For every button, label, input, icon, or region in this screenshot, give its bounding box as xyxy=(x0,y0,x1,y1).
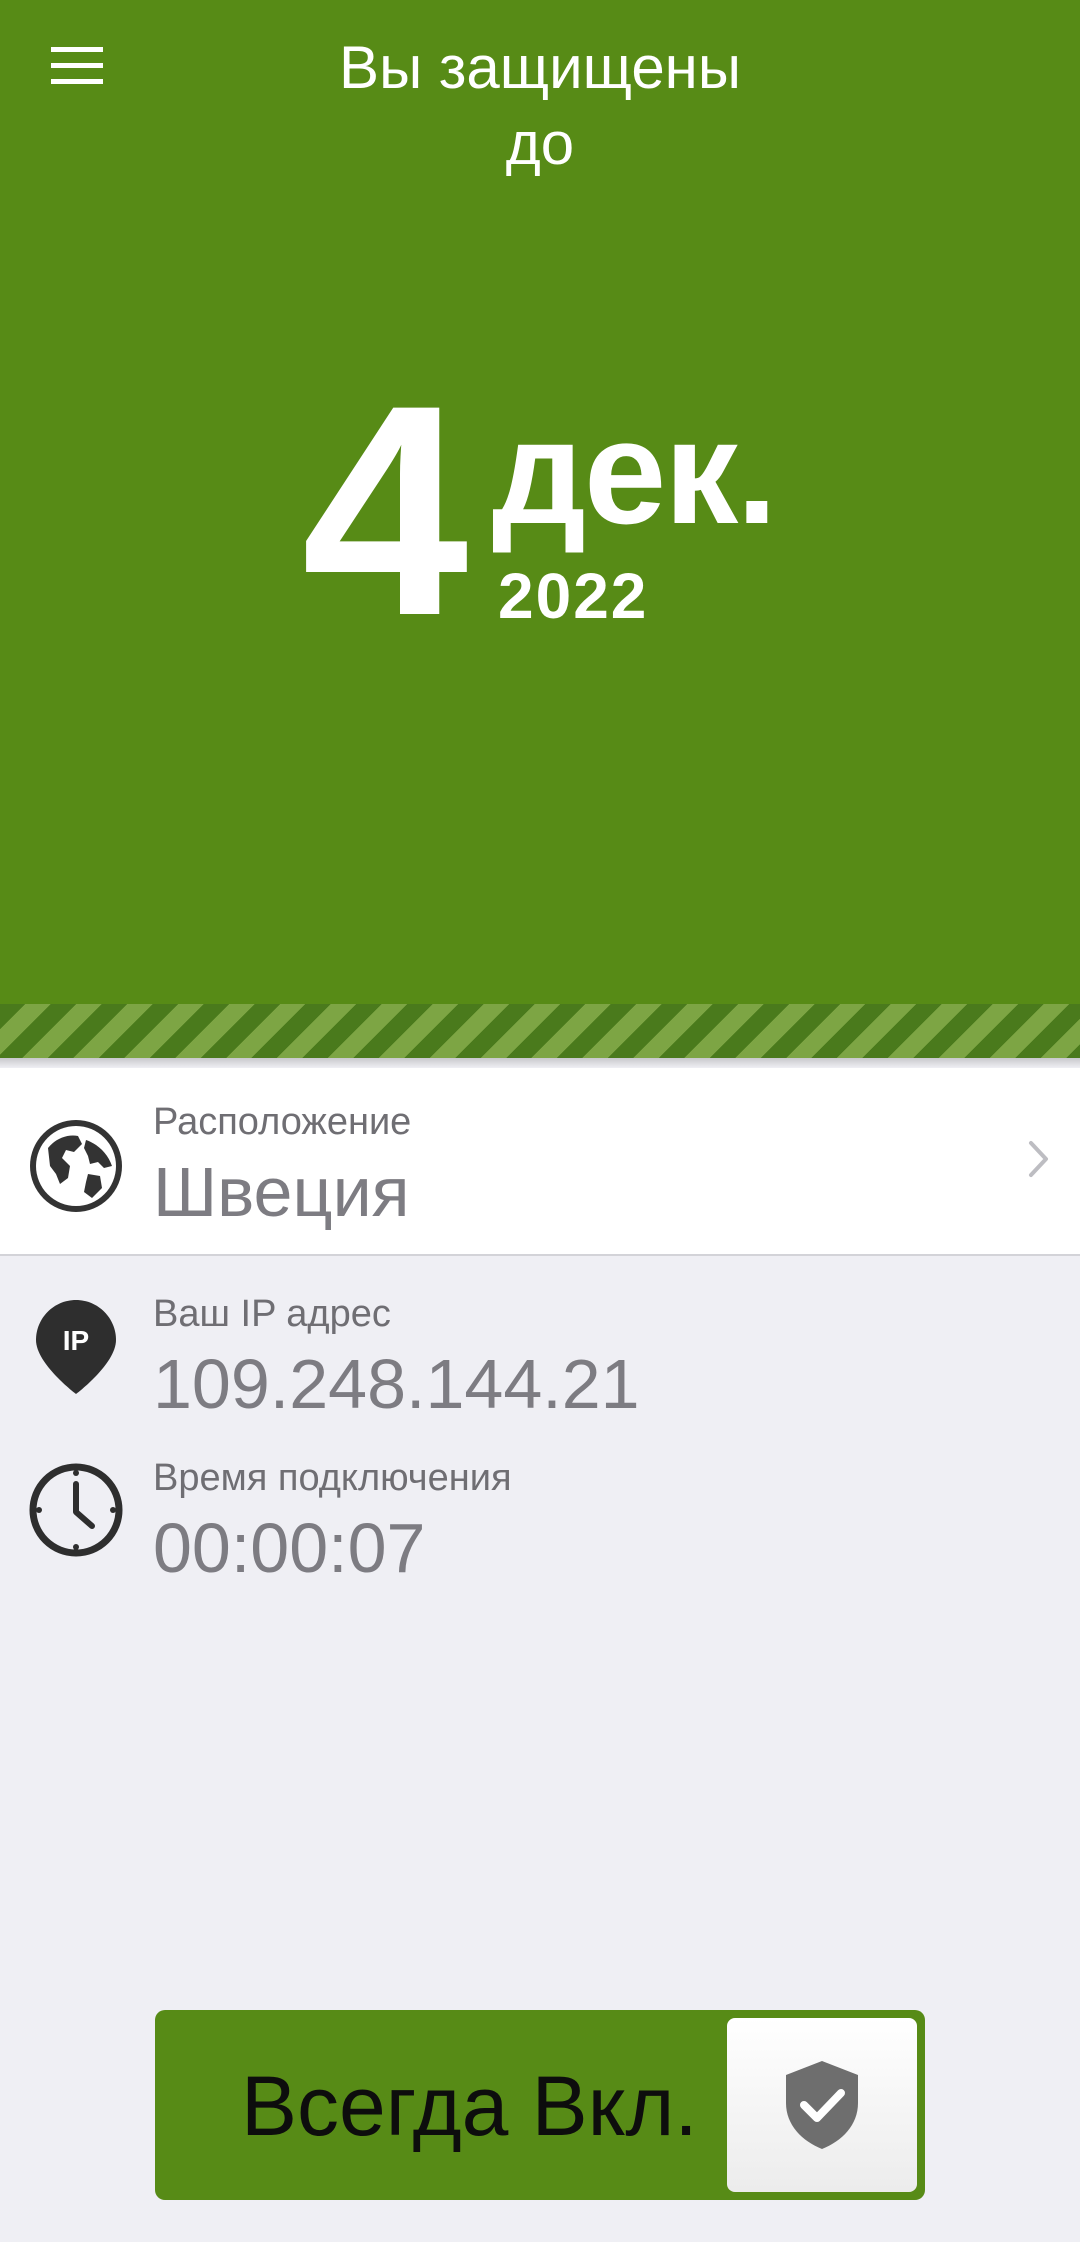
ip-value: 109.248.144.21 xyxy=(153,1345,640,1423)
shield-check-icon xyxy=(786,2061,858,2149)
divider-shadow xyxy=(0,1058,1080,1068)
expiry-day: 4 xyxy=(301,342,469,678)
location-value: Швеция xyxy=(153,1153,410,1231)
title-line-1: Вы защищены xyxy=(339,34,741,101)
toggle-knob[interactable] xyxy=(727,2018,917,2192)
ip-pin-icon: IP xyxy=(36,1300,116,1394)
ip-badge-text: IP xyxy=(63,1325,89,1356)
expiry-month: дек. xyxy=(492,390,777,555)
hazard-stripe-divider xyxy=(0,1004,1080,1058)
expiry-year: 2022 xyxy=(498,560,649,632)
globe-icon xyxy=(30,1120,122,1212)
protection-header: Вы защищены до 4 дек. 2022 xyxy=(0,0,1080,1004)
title-line-2: до xyxy=(505,110,575,177)
always-on-toggle[interactable]: Всегда Вкл. xyxy=(155,2010,925,2200)
always-on-label: Всегда Вкл. xyxy=(241,2059,698,2153)
protection-title: Вы защищены до xyxy=(240,30,840,182)
ip-label: Ваш IP адрес xyxy=(153,1293,391,1335)
connection-time-value: 00:00:07 xyxy=(153,1509,426,1587)
location-selector[interactable]: Расположение Швеция xyxy=(0,1068,1080,1256)
hamburger-menu-icon xyxy=(51,47,103,84)
chevron-right-icon xyxy=(1029,1141,1048,1177)
location-label: Расположение xyxy=(153,1101,412,1143)
menu-button[interactable] xyxy=(36,36,118,96)
connection-time-label: Время подключения xyxy=(153,1457,512,1499)
clock-icon xyxy=(29,1463,123,1557)
